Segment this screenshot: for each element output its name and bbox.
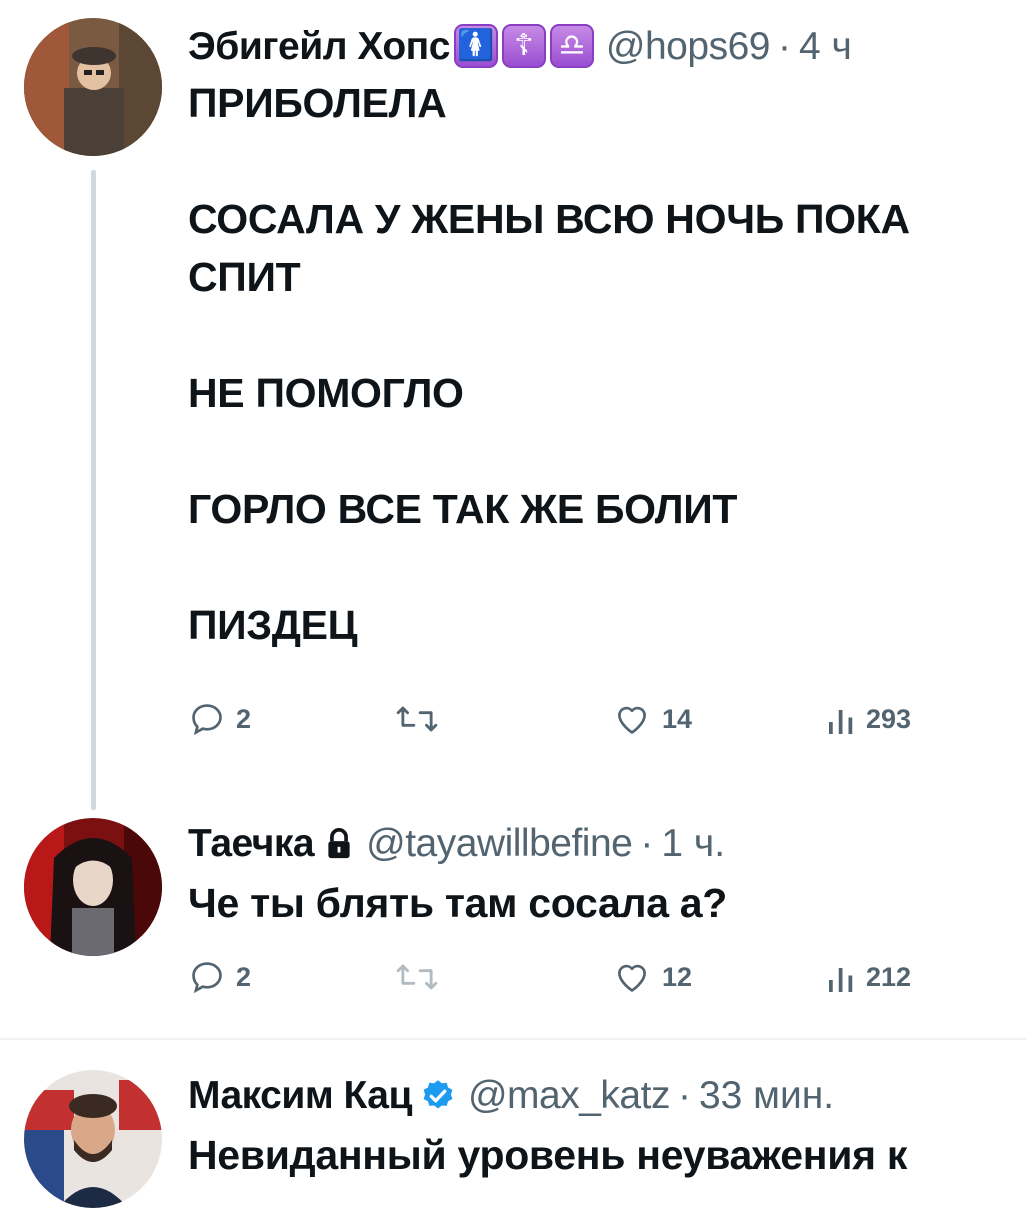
tweet-line: ПРИБОЛЕЛА	[188, 80, 447, 126]
lock-icon	[328, 827, 350, 858]
view-count: 212	[866, 961, 912, 992]
like-button[interactable]: 12	[612, 958, 692, 996]
tweet-header: Максим Кац @max_katz · 33 мин.	[188, 1076, 834, 1115]
view-count: 293	[866, 703, 912, 734]
tweet-line: СОСАЛА У ЖЕНЫ ВСЮ НОЧЬ ПОКА	[188, 196, 910, 242]
reply-button[interactable]: 2	[188, 700, 251, 738]
like-button[interactable]: 14	[612, 700, 692, 738]
separator-dot: ·	[677, 1074, 691, 1117]
orthodox-cross-icon: ☦	[501, 24, 546, 68]
tweet-text: ПРИБОЛЕЛА СОСАЛА У ЖЕНЫ ВСЮ НОЧЬ ПОКА СП…	[188, 74, 910, 654]
reply-count: 2	[236, 961, 252, 992]
retweet-button[interactable]	[395, 700, 449, 738]
heart-icon	[617, 964, 647, 992]
reply-button[interactable]: 2	[188, 958, 251, 996]
tweet-header: Таечка @tayawillbefine · 1 ч.	[188, 824, 725, 863]
avatar-hops69[interactable]	[24, 18, 162, 156]
tweet-header: Эбигейл Хопс 🚺 ☦ ♎ @hops69 · 4 ч	[188, 24, 852, 68]
retweet-icon	[396, 706, 438, 732]
like-count: 14	[662, 703, 693, 734]
avatar-tayawillbefine[interactable]	[24, 818, 162, 956]
avatar-max-katz[interactable]	[24, 1070, 162, 1208]
tweet-line: НЕ ПОМОГЛО	[188, 370, 464, 416]
handle[interactable]: @hops69	[606, 27, 771, 66]
tweet-line: СПИТ	[188, 254, 301, 300]
timestamp[interactable]: 1 ч.	[661, 824, 725, 863]
reply-count: 2	[236, 703, 252, 734]
heart-icon	[617, 706, 647, 734]
tweet-line: ГОРЛО ВСЕ ТАК ЖЕ БОЛИТ	[188, 486, 738, 532]
handle[interactable]: @tayawillbefine	[366, 824, 633, 863]
display-name[interactable]: Эбигейл Хопс	[188, 27, 450, 66]
reply-icon	[192, 962, 222, 994]
handle[interactable]: @max_katz	[468, 1076, 670, 1115]
analytics-icon	[829, 710, 853, 734]
separator-dot: ·	[777, 24, 791, 68]
tweet-line: ПИЗДЕЦ	[188, 602, 358, 648]
avatar-image	[24, 1070, 162, 1208]
libra-icon: ♎	[549, 24, 594, 68]
views-button[interactable]: 212	[826, 958, 911, 996]
timestamp[interactable]: 4 ч	[799, 27, 852, 66]
views-button[interactable]: 293	[826, 700, 911, 738]
like-count: 12	[662, 961, 693, 992]
female-sign-icon: 🚺	[453, 24, 498, 68]
tweet-line: Че ты блять там сосала а?	[188, 880, 728, 926]
display-name[interactable]: Максим Кац	[188, 1076, 412, 1115]
tweet-text: Невиданный уровень неуважения к	[188, 1126, 907, 1184]
tweet-max-katz[interactable]: Максим Кац @max_katz · 33 мин. Невиданны…	[0, 1040, 1027, 1208]
thread-line	[91, 170, 96, 810]
analytics-icon	[829, 968, 853, 992]
retweet-icon	[396, 964, 438, 990]
avatar-image	[24, 818, 162, 956]
display-name[interactable]: Таечка	[188, 824, 315, 863]
tweet-text: Че ты блять там сосала а?	[188, 874, 727, 932]
separator-dot: ·	[640, 822, 654, 865]
avatar-image	[24, 18, 162, 156]
retweet-button[interactable]	[395, 958, 449, 996]
verified-badge-icon	[423, 1079, 453, 1108]
reply-icon	[192, 704, 222, 736]
timestamp[interactable]: 33 мин.	[699, 1076, 834, 1115]
tweet-tayawillbefine[interactable]: Таечка @tayawillbefine · 1 ч. Че ты блят…	[0, 800, 1027, 1040]
tweet-line: Невиданный уровень неуважения к	[188, 1132, 908, 1178]
tweet-hops69[interactable]: Эбигейл Хопс 🚺 ☦ ♎ @hops69 · 4 ч ПРИБОЛЕ…	[0, 0, 1027, 810]
